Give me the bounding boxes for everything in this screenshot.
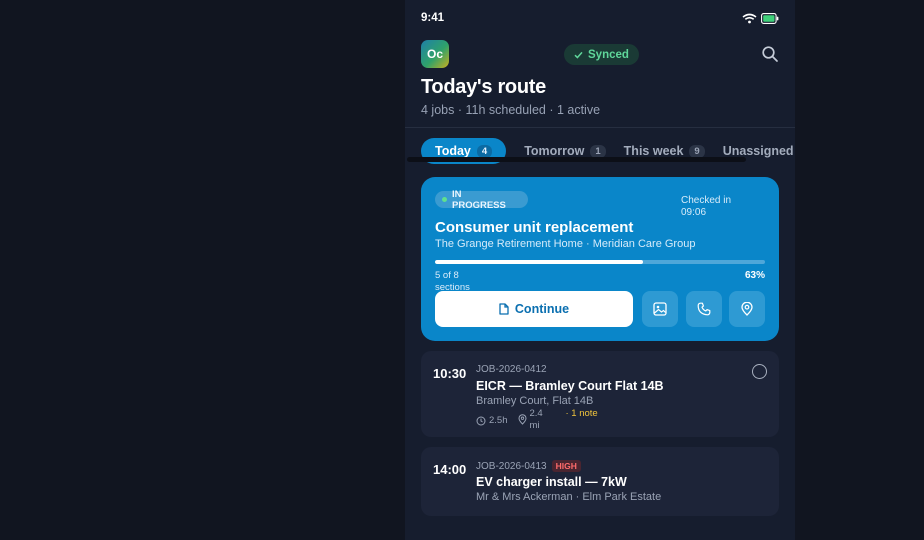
search-icon[interactable]: [761, 45, 779, 63]
app-logo[interactable]: Oc: [421, 40, 449, 68]
job-id: JOB-2026-0412: [476, 364, 547, 375]
job-meta: 2.5h 2.4 mi · 1 note: [476, 407, 600, 431]
phone-icon: [697, 302, 711, 316]
job-distance: 2.4 mi: [517, 408, 552, 431]
battery-icon: [761, 12, 779, 24]
check-icon: [574, 51, 583, 59]
document-icon: [499, 303, 509, 315]
status-label: IN PROGRESS: [452, 188, 506, 211]
tab-label: Tomorrow: [524, 144, 585, 158]
job-card[interactable]: 14:00 JOB-2026-0413 HIGH EV charger inst…: [421, 447, 779, 516]
active-job-title: Consumer unit replacement: [435, 219, 634, 236]
photos-button[interactable]: [642, 291, 678, 327]
in-progress-badge: IN PROGRESS: [435, 188, 528, 211]
call-button[interactable]: [686, 291, 722, 327]
location-pin-icon: [517, 414, 527, 425]
tab-count: 4: [476, 144, 493, 158]
sync-status-badge: Synced: [564, 44, 639, 65]
job-progress-fill: [435, 260, 643, 264]
tab-label: Unassigned: [722, 144, 794, 158]
tab-label: Today: [435, 144, 471, 158]
header-divider: [405, 127, 795, 128]
status-icons: [742, 12, 779, 24]
checked-in-time: Checked in 09:06: [681, 195, 732, 218]
location-pin-icon: [741, 302, 753, 316]
continue-label: Continue: [514, 302, 570, 316]
image-icon: [653, 302, 667, 316]
navigate-button[interactable]: [729, 291, 765, 327]
priority-badge: HIGH: [551, 460, 581, 472]
sections-count: 5 of 8 sections: [435, 270, 470, 293]
job-select-radio[interactable]: [752, 364, 767, 379]
progress-percent: 63%: [744, 270, 765, 281]
job-time: 10:30: [433, 366, 467, 381]
job-card[interactable]: 10:30 JOB-2026-0412 EICR — Bramley Court…: [421, 351, 779, 437]
clock-icon: [476, 416, 486, 425]
tab-count: 9: [689, 144, 705, 158]
page-title: Today's route: [421, 76, 546, 98]
job-id-text: JOB-2026-0413: [476, 460, 547, 472]
app-header: Oc Synced: [421, 40, 779, 68]
continue-button[interactable]: Continue: [435, 291, 633, 327]
job-duration: 2.5h: [476, 415, 508, 426]
job-time: 14:00: [433, 462, 467, 477]
tabs-scrollbar[interactable]: [407, 157, 746, 162]
sync-status-label: Synced: [588, 48, 629, 61]
job-id-text: JOB-2026-0412: [476, 364, 547, 375]
page-subtitle: 4 jobs · 11h scheduled · 1 active: [421, 103, 601, 117]
job-title: EV charger install — 7kW: [476, 475, 627, 489]
job-id: JOB-2026-0413 HIGH: [476, 460, 581, 472]
tab-count: 1: [590, 144, 606, 158]
job-duration-text: 2.5h: [489, 415, 508, 426]
job-note[interactable]: · 1 note: [566, 408, 600, 420]
active-job-subtitle: The Grange Retirement Home · Meridian Ca…: [435, 238, 696, 250]
wifi-icon: [742, 13, 757, 23]
status-bar: 9:41: [421, 10, 779, 26]
job-location: Mr & Mrs Ackerman · Elm Park Estate: [476, 491, 662, 503]
status-dot: [442, 197, 447, 202]
job-progress-bar: [435, 260, 765, 264]
tab-label: This week: [623, 144, 684, 158]
job-location: Bramley Court, Flat 14B: [476, 395, 594, 407]
job-distance-text: 2.4 mi: [529, 408, 543, 431]
active-job-card[interactable]: IN PROGRESS Checked in 09:06 Consumer un…: [421, 177, 779, 341]
job-title: EICR — Bramley Court Flat 14B: [476, 379, 664, 393]
phone-screen: 9:41 Oc Synced Today's route 4 jobs · 11…: [405, 0, 795, 540]
status-time: 9:41: [421, 12, 445, 24]
